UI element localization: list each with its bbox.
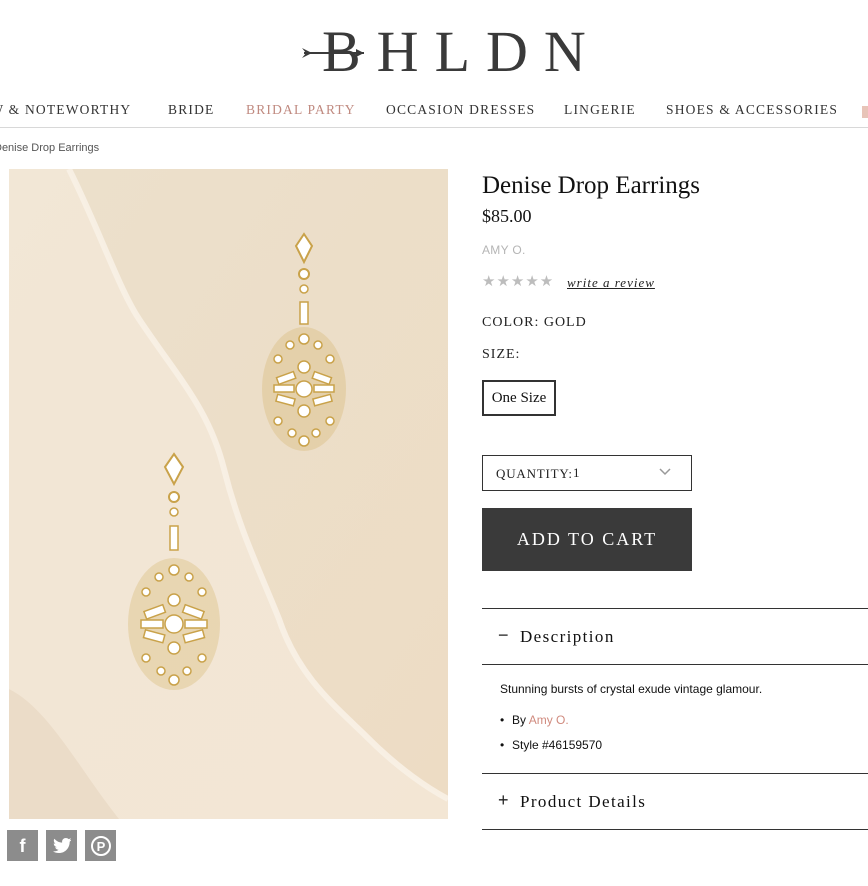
product-brand[interactable]: AMY O. — [482, 243, 526, 257]
bullet-icon: • — [500, 738, 505, 752]
product-title: Denise Drop Earrings — [482, 172, 700, 199]
quantity-label: QUANTITY: — [496, 466, 573, 481]
nav-item-bride[interactable]: BRIDE — [168, 102, 215, 118]
divider — [482, 829, 868, 830]
twitter-share-button[interactable] — [46, 830, 77, 861]
logo-text: BHLDN — [322, 19, 602, 84]
nav-item-occasion-dresses[interactable]: OCCASION DRESSES — [386, 102, 535, 118]
size-label: SIZE: — [482, 347, 521, 362]
pinterest-share-button[interactable]: P — [85, 830, 116, 861]
collapse-icon: − — [498, 625, 509, 645]
size-option-one-size[interactable]: One Size — [482, 380, 556, 416]
chevron-down-icon — [659, 468, 671, 476]
rating-stars: ★★★★★ — [482, 274, 555, 290]
site-logo[interactable]: BHLDN — [0, 22, 868, 82]
main-nav: NEW & NOTEWORTHY BRIDE BRIDAL PARTY OCCA… — [0, 98, 868, 128]
style-bullet: • Style #46159570 — [500, 738, 603, 752]
nav-item-new-noteworthy[interactable]: NEW & NOTEWORTHY — [0, 102, 131, 118]
nav-item-shoes-accessories[interactable]: SHOES & ACCESSORIES — [666, 102, 838, 118]
facebook-icon: f — [19, 835, 26, 856]
nav-overflow-indicator — [862, 106, 868, 118]
divider — [482, 664, 868, 665]
expand-icon: + — [498, 790, 509, 810]
designer-link[interactable]: Amy O. — [529, 713, 569, 727]
earrings-photo — [9, 169, 448, 819]
style-number: Style #46159570 — [512, 738, 603, 752]
add-to-cart-button[interactable]: ADD TO CART — [482, 508, 692, 571]
nav-item-lingerie[interactable]: LINGERIE — [564, 102, 636, 118]
quantity-select[interactable]: QUANTITY: 1 — [482, 455, 692, 491]
designer-bullet: • By Amy O. — [500, 713, 569, 727]
nav-item-bridal-party[interactable]: BRIDAL PARTY — [246, 102, 356, 118]
product-details-heading: Product Details — [520, 792, 647, 811]
write-review-link[interactable]: write a review — [567, 275, 655, 291]
breadcrumb[interactable]: Denise Drop Earrings — [0, 142, 99, 154]
pinterest-icon: P — [90, 835, 111, 856]
bullet-icon: • — [500, 713, 505, 727]
svg-text:P: P — [96, 839, 105, 854]
facebook-share-button[interactable]: f — [7, 830, 38, 861]
color-label: COLOR: GOLD — [482, 315, 587, 330]
quantity-value: 1 — [573, 465, 580, 480]
twitter-icon — [52, 838, 71, 853]
description-accordion-toggle[interactable]: − Description — [482, 609, 868, 664]
description-heading: Description — [520, 627, 615, 646]
designer-prefix: By — [512, 713, 529, 727]
product-price: $85.00 — [482, 206, 532, 226]
description-text: Stunning bursts of crystal exude vintage… — [500, 682, 763, 696]
product-image[interactable] — [9, 169, 448, 819]
product-details-accordion-toggle[interactable]: + Product Details — [482, 774, 868, 829]
